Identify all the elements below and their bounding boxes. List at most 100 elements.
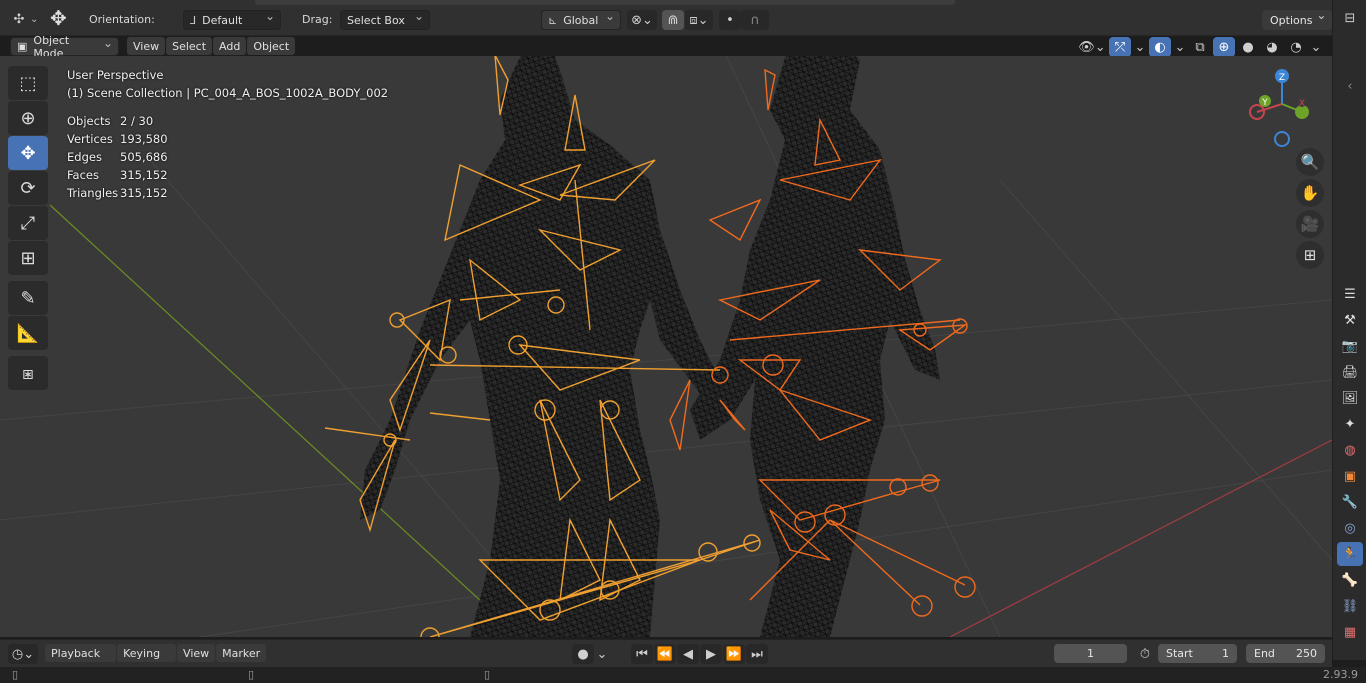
- options-label: Options: [1270, 13, 1313, 27]
- workspace-tabs-strip[interactable]: [255, 0, 955, 5]
- scale-tool[interactable]: ⤢: [8, 206, 48, 240]
- options-dropdown[interactable]: Options: [1262, 8, 1333, 31]
- menu-object[interactable]: Object: [247, 37, 296, 55]
- visibility-eye-icon[interactable]: 👁⌄: [1077, 37, 1107, 57]
- output-properties-icon[interactable]: 🖨: [1337, 360, 1363, 384]
- select-box-tool[interactable]: ⬚: [8, 66, 48, 100]
- cursor-tool[interactable]: ⊕: [8, 101, 48, 135]
- rotate-icon: ⟳: [20, 177, 36, 199]
- measure-tool[interactable]: 📐: [8, 316, 48, 350]
- xray-toggle-icon[interactable]: ⧉: [1189, 37, 1211, 57]
- chevron-down-icon[interactable]: ⌄: [1133, 37, 1147, 57]
- chevron-down-icon[interactable]: ⌄: [1309, 37, 1323, 57]
- properties-tab-strip: ⊟ ‹ ☰ ⚒ 📷 🖨 🖼 ✦ ◍ ▣ 🔧 ◎ 🏃 🦴 ⛓ ▦: [1332, 0, 1366, 660]
- pivot-point-button[interactable]: ⊗⌄: [627, 9, 657, 31]
- falloff-curve-icon: ∩: [741, 10, 769, 30]
- pan-hand-icon[interactable]: ✋: [1296, 179, 1324, 207]
- axis-icon: ⊾: [548, 13, 558, 27]
- play-icon[interactable]: ▶: [700, 644, 722, 664]
- jump-start-icon[interactable]: ⏮: [631, 644, 653, 664]
- chevron-down-icon: ⌄: [30, 13, 39, 25]
- mouse-middle-icon: ▯: [248, 668, 255, 681]
- menu-playback[interactable]: Playback: [45, 644, 117, 662]
- sidebar-arrow-icon[interactable]: ‹: [1337, 74, 1363, 98]
- scene-properties-icon[interactable]: ✦: [1337, 412, 1363, 436]
- rotate-tool[interactable]: ⟳: [8, 171, 48, 205]
- stat-value: 315,152: [120, 186, 168, 200]
- physics-properties-icon[interactable]: ◎: [1337, 516, 1363, 540]
- editor-type-button[interactable]: ✣ ⌄: [8, 8, 39, 30]
- start-frame-field[interactable]: Start 1: [1158, 644, 1237, 663]
- modifier-properties-icon[interactable]: 🔧: [1337, 490, 1363, 514]
- transform-orientation-dropdown[interactable]: ⊾ Global: [541, 9, 621, 31]
- overlay-toggle-icon[interactable]: ◐: [1149, 37, 1171, 57]
- menu-view[interactable]: View: [177, 644, 216, 662]
- object-data-armature-icon[interactable]: 🏃: [1337, 542, 1363, 566]
- prev-keyframe-icon[interactable]: ⏪: [654, 644, 676, 664]
- view-layer-properties-icon[interactable]: 🖼: [1337, 386, 1363, 410]
- camera-view-icon[interactable]: 🎥: [1296, 210, 1324, 238]
- timeline-editor-type[interactable]: ◷⌄: [8, 644, 38, 664]
- cursor-icon: ⊕: [20, 107, 36, 129]
- menu-select[interactable]: Select: [166, 37, 213, 55]
- chevron-down-icon[interactable]: ⌄: [1173, 37, 1187, 57]
- stopwatch-icon[interactable]: ⏱: [1134, 644, 1156, 664]
- falloff-dropdown[interactable]: ∩: [741, 9, 769, 31]
- 3d-viewport[interactable]: User Perspective (1) Scene Collection | …: [0, 56, 1332, 637]
- rendered-shading-icon[interactable]: ◔: [1285, 37, 1307, 57]
- stat-row: Objects 2 / 30: [67, 112, 388, 130]
- menu-keying-label: Keying: [123, 646, 161, 660]
- texture-properties-icon[interactable]: ▦: [1337, 620, 1363, 644]
- record-icon[interactable]: ●: [572, 644, 594, 664]
- outliner-editor-icon[interactable]: ⊟: [1337, 6, 1363, 30]
- annotate-tool[interactable]: ✎: [8, 281, 48, 315]
- mouse-left-icon: ▯: [12, 668, 19, 681]
- bone-constraint-icon[interactable]: ⛓: [1337, 594, 1363, 618]
- proportional-edit-toggle[interactable]: •: [719, 9, 741, 31]
- end-frame-field[interactable]: End 250: [1246, 644, 1325, 663]
- menu-marker[interactable]: Marker: [216, 644, 267, 662]
- zoom-icon[interactable]: 🔍: [1296, 148, 1324, 176]
- orientation-dropdown[interactable]: ⅃ Default: [183, 9, 281, 31]
- navigation-gizmo[interactable]: Z Y X: [1245, 66, 1320, 151]
- mouse-right-icon: ▯: [484, 668, 491, 681]
- tool-settings-header: ✣ ⌄ ✥ Orientation: ⅃ Default Drag: Selec…: [0, 0, 1333, 36]
- tool-properties-icon[interactable]: ⚒: [1337, 308, 1363, 332]
- menu-add[interactable]: Add: [213, 37, 247, 55]
- play-reverse-icon[interactable]: ◀: [677, 644, 699, 664]
- drag-dropdown[interactable]: Select Box: [340, 9, 430, 31]
- bone-properties-icon[interactable]: 🦴: [1337, 568, 1363, 592]
- next-keyframe-icon[interactable]: ⏩: [723, 644, 745, 664]
- jump-end-icon[interactable]: ⏭: [746, 644, 768, 664]
- ortho-grid-icon[interactable]: ⊞: [1296, 241, 1324, 269]
- render-properties-icon[interactable]: 📷: [1337, 334, 1363, 358]
- viewport-info-overlay: User Perspective (1) Scene Collection | …: [67, 66, 388, 202]
- stat-row: Vertices 193,580: [67, 130, 388, 148]
- move-tool[interactable]: ✥: [8, 136, 48, 170]
- add-cube-icon: ⧆: [22, 362, 34, 384]
- timeline-header: ◷⌄ Playback Keying View Marker ● ⌄ ⏮ ⏪ ◀…: [0, 639, 1332, 667]
- link-icon: ⊗⌄: [627, 10, 657, 30]
- world-properties-icon[interactable]: ◍: [1337, 438, 1363, 462]
- add-cube-tool[interactable]: ⧆: [8, 356, 48, 390]
- x-axis-label: X: [1299, 99, 1305, 109]
- snap-target-dropdown[interactable]: ⧈⌄: [685, 9, 713, 31]
- object-properties-icon[interactable]: ▣: [1337, 464, 1363, 488]
- solid-shading-icon[interactable]: ●: [1237, 37, 1259, 57]
- menu-view[interactable]: View: [127, 37, 166, 55]
- chevron-down-icon[interactable]: ⌄: [595, 644, 609, 664]
- mode-dropdown[interactable]: ▣ Object Mode: [10, 34, 119, 60]
- neg-z-axis-handle[interactable]: [1274, 131, 1290, 147]
- material-shading-icon[interactable]: ◕: [1261, 37, 1283, 57]
- transform-tool[interactable]: ⊞: [8, 241, 48, 275]
- snap-toggle[interactable]: ⋒: [662, 9, 684, 31]
- wireframe-shading-icon[interactable]: ⊕: [1213, 37, 1235, 57]
- properties-editor-icon[interactable]: ☰: [1337, 282, 1363, 306]
- gizmo-toggle-icon[interactable]: ⤱: [1109, 37, 1131, 57]
- menu-keying[interactable]: Keying: [117, 644, 177, 662]
- transform-space-value: Global: [563, 13, 599, 27]
- stat-label: Edges: [67, 150, 102, 164]
- proportional-dot-icon: •: [719, 10, 741, 30]
- ruler-icon: 📐: [16, 322, 40, 344]
- current-frame-field[interactable]: 1: [1054, 644, 1127, 663]
